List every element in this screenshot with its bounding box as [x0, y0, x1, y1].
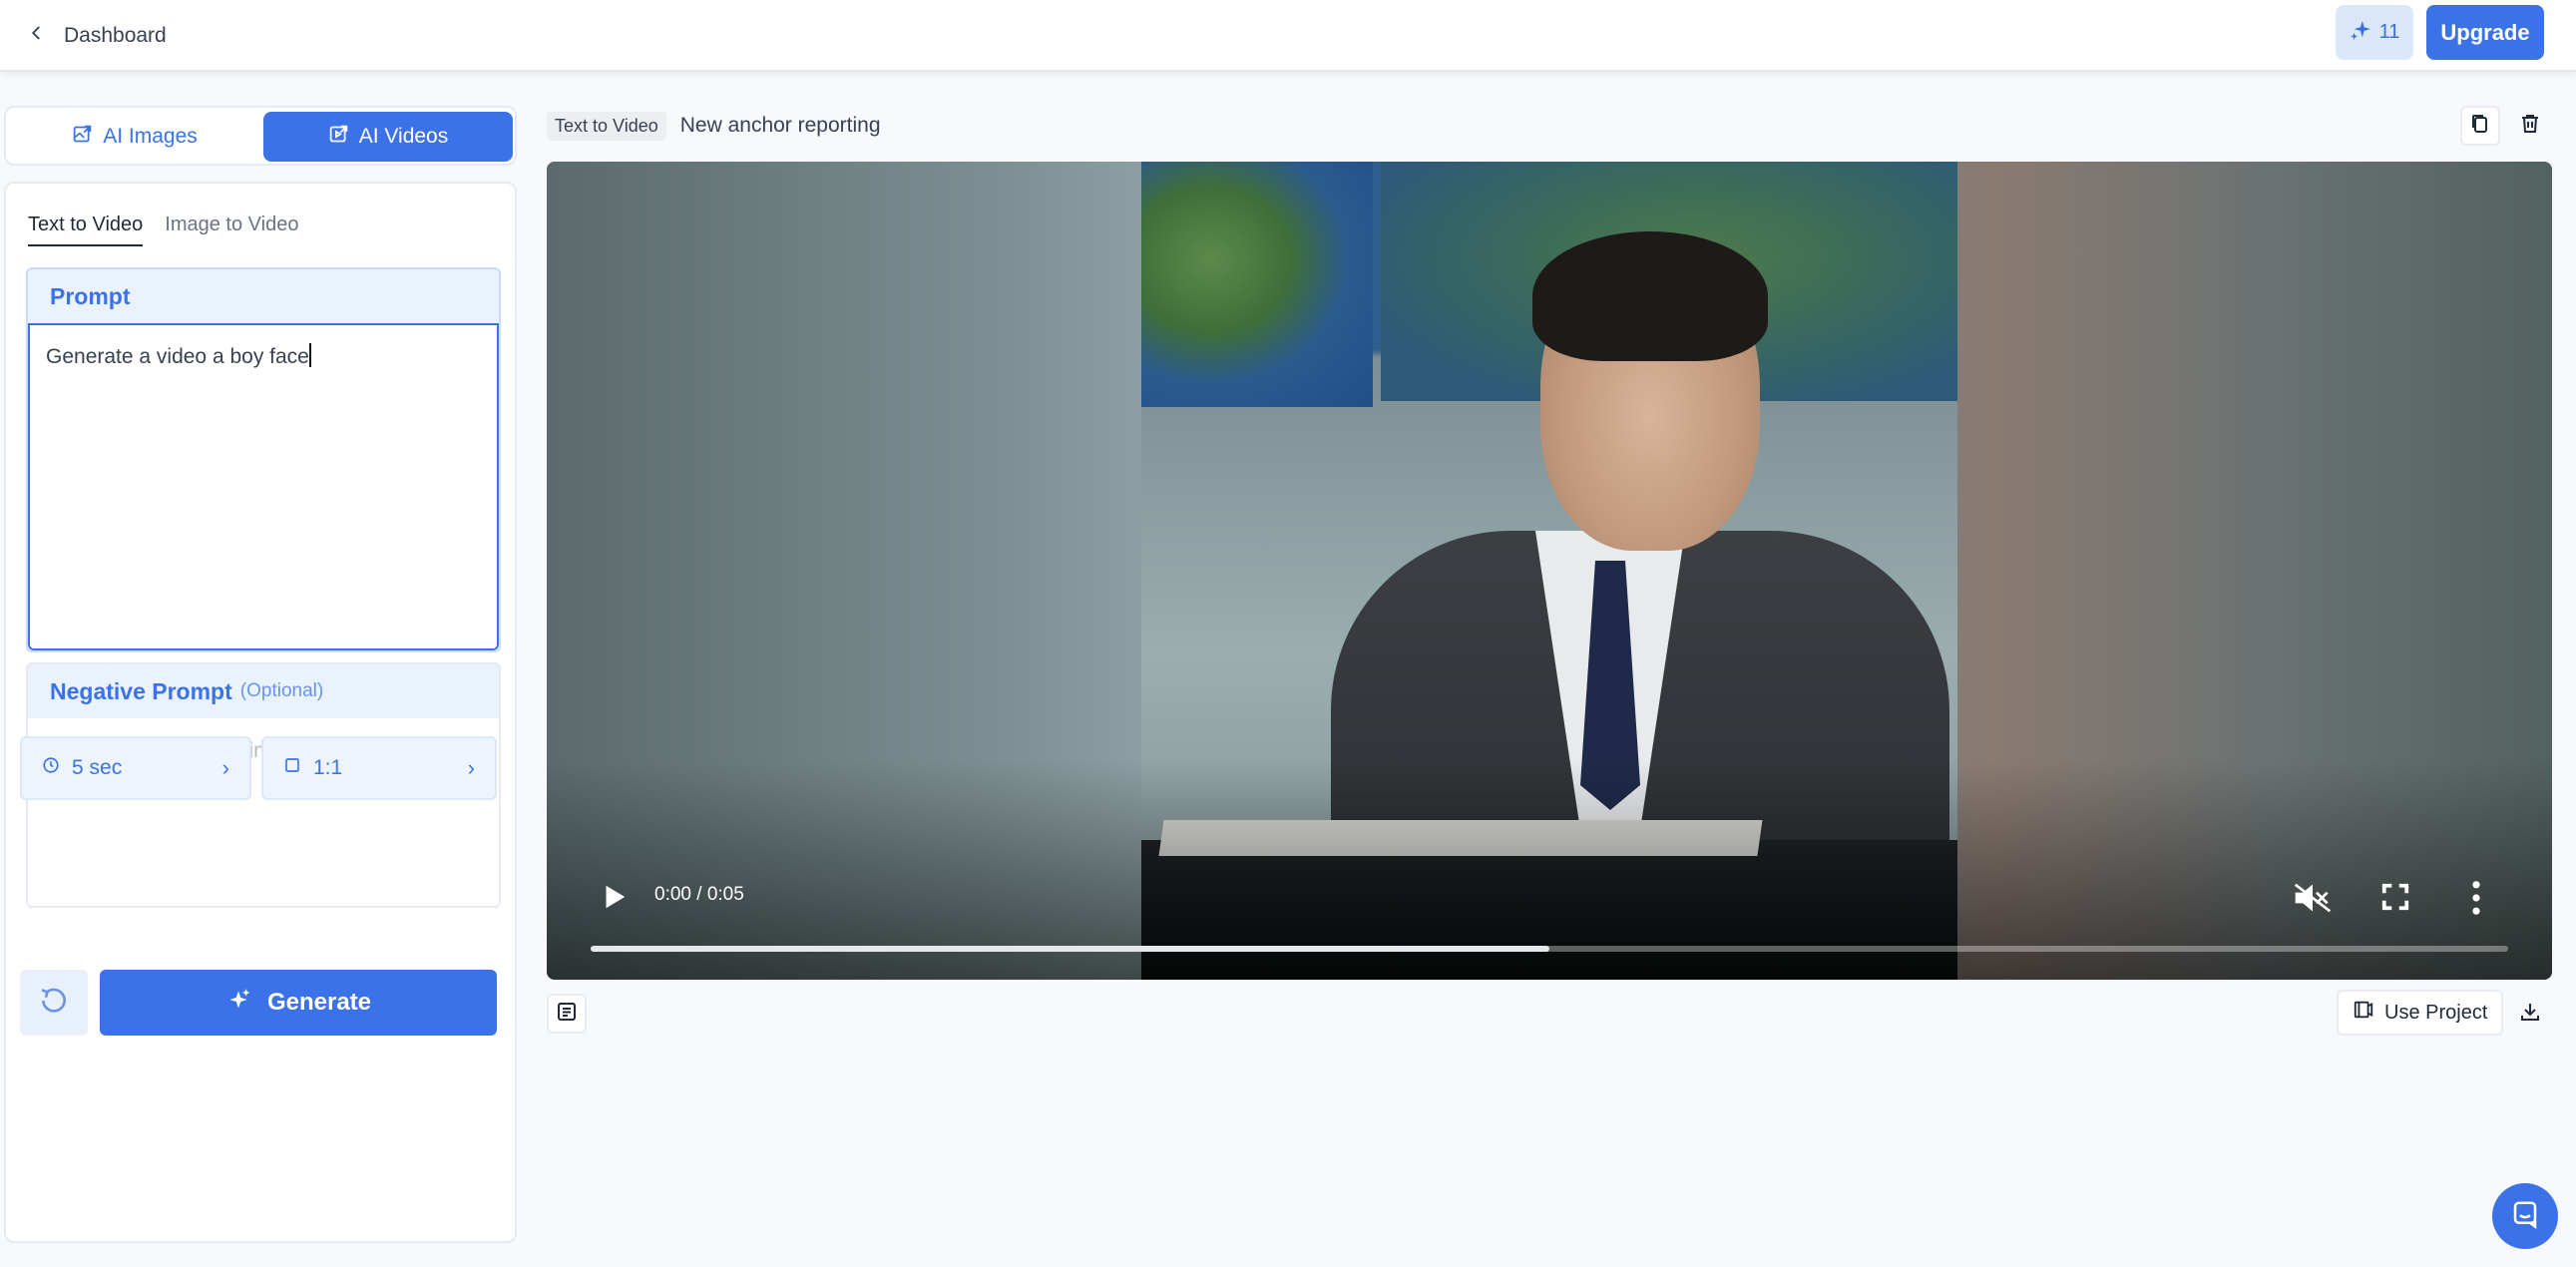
fullscreen-button[interactable]: [2380, 882, 2410, 912]
volume-muted-icon: [2294, 883, 2332, 913]
prompt-label: Prompt: [28, 269, 499, 323]
duration-selector[interactable]: 5 sec ›: [20, 736, 251, 800]
project-icon: [2353, 999, 2374, 1027]
top-bar: Dashboard 11 Upgrade: [0, 0, 2576, 72]
video-player[interactable]: 0:00 / 0:05: [547, 162, 2552, 980]
chevron-right-icon: ›: [221, 755, 229, 780]
tab-ai-videos[interactable]: AI Videos: [263, 112, 513, 162]
use-project-button[interactable]: Use Project: [2337, 990, 2504, 1036]
video-type-badge: Text to Video: [547, 111, 666, 141]
back-to-dashboard-link[interactable]: Dashboard: [28, 18, 167, 54]
download-icon: [2518, 1000, 2542, 1029]
fullscreen-icon: [2381, 883, 2409, 911]
prompt-box: Prompt Generate a video a boy face: [26, 267, 501, 652]
support-chat-button[interactable]: [2492, 1183, 2558, 1249]
reset-button[interactable]: [20, 970, 88, 1036]
credits-count: 11: [2378, 21, 2400, 43]
use-project-label: Use Project: [2384, 1001, 2488, 1024]
back-link-label: Dashboard: [64, 24, 167, 47]
aspect-ratio-value: 1:1: [313, 756, 343, 779]
chevron-left-icon: [28, 24, 46, 48]
time-display: 0:00 / 0:05: [654, 884, 744, 905]
prompt-value: Generate a video a boy face: [46, 345, 309, 368]
video-edit-icon: [328, 124, 349, 151]
tab-text-to-video[interactable]: Text to Video: [28, 213, 144, 246]
generation-panel: Text to Video Image to Video Prompt Gene…: [4, 182, 517, 1243]
video-title: New anchor reporting: [679, 114, 881, 137]
more-options-button[interactable]: [2470, 880, 2482, 916]
sub-tabs: Text to Video Image to Video: [28, 213, 298, 246]
copy-button[interactable]: [2460, 106, 2500, 146]
upgrade-button[interactable]: Upgrade: [2426, 5, 2544, 60]
optional-label: (Optional): [239, 680, 324, 701]
notes-icon: [555, 1000, 579, 1029]
play-button[interactable]: [599, 882, 629, 912]
negative-prompt-header: Negative Prompt (Optional): [28, 664, 499, 718]
download-button[interactable]: [2510, 994, 2550, 1034]
mute-button[interactable]: [2293, 880, 2333, 916]
background-map-left: [1141, 162, 1373, 407]
tab-ai-images[interactable]: AI Images: [10, 112, 259, 162]
chevron-right-icon: ›: [467, 755, 475, 780]
prompt-input[interactable]: Generate a video a boy face: [28, 323, 499, 650]
aspect-ratio-selector[interactable]: 1:1 ›: [261, 736, 497, 800]
tab-ai-videos-label: AI Videos: [358, 125, 449, 148]
video-progress-fill: [591, 946, 1549, 952]
text-caret: [308, 343, 311, 367]
video-header: Text to Video New anchor reporting: [547, 108, 881, 144]
chat-icon: [2510, 1199, 2540, 1234]
reset-icon: [38, 985, 70, 1022]
mode-switch: AI Images AI Videos: [4, 106, 517, 166]
tab-image-to-video[interactable]: Image to Video: [165, 213, 298, 246]
video-progress-bar[interactable]: [591, 946, 2508, 952]
more-vertical-icon: [2472, 881, 2480, 915]
clock-icon: [42, 756, 60, 780]
sparkle-icon: [2350, 19, 2371, 47]
delete-button[interactable]: [2510, 106, 2550, 146]
image-edit-icon: [72, 124, 93, 151]
play-icon: [606, 885, 626, 909]
tab-ai-images-label: AI Images: [103, 125, 198, 148]
anchor-hair: [1532, 231, 1768, 361]
generate-label: Generate: [266, 989, 372, 1016]
sparkle-icon: [225, 987, 251, 1020]
notes-button[interactable]: [547, 994, 587, 1034]
square-icon: [283, 756, 301, 780]
trash-icon: [2518, 112, 2542, 141]
negative-prompt-label: Negative Prompt: [50, 677, 232, 704]
duration-value: 5 sec: [72, 756, 123, 779]
credits-button[interactable]: 11: [2336, 5, 2413, 60]
copy-icon: [2468, 112, 2492, 141]
generate-button[interactable]: Generate: [100, 970, 497, 1036]
